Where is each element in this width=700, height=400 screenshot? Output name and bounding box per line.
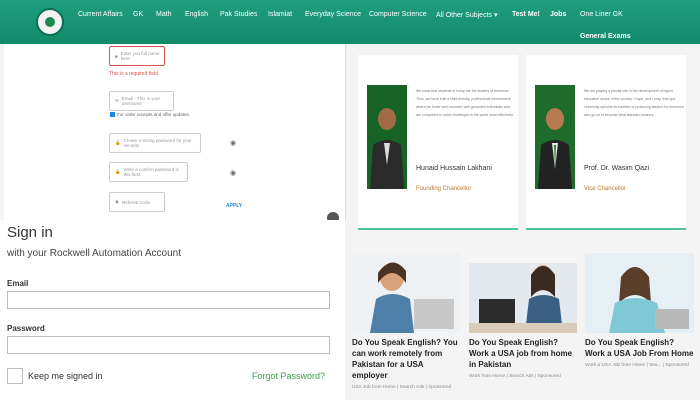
ad-title[interactable]: Do You Speak English? Work a USA job fro… xyxy=(469,337,577,370)
sign-in-title: Sign in xyxy=(7,224,53,241)
lock-icon: 🔒 xyxy=(115,140,121,145)
chancellor-photo xyxy=(367,85,407,189)
nav-everyday-science[interactable]: Everyday Science xyxy=(305,11,361,18)
sign-in-subtitle: with your Rockwell Automation Account xyxy=(7,248,181,259)
name-error-text: This is a required field. xyxy=(109,71,160,77)
vice-chancellor-bio: We are playing a pivotal role in the dev… xyxy=(584,89,684,117)
crescent-icon xyxy=(45,17,55,27)
ad-sponsored-tag: Sponsored xyxy=(537,374,561,379)
ad-source: Work from Home | Search Ads | Sponsored xyxy=(469,374,561,379)
full-name-placeholder: Enter you full name here xyxy=(120,51,160,61)
mail-icon: ✉ xyxy=(115,98,119,103)
nav-test-me[interactable]: Test Me! xyxy=(512,11,540,18)
ad-title[interactable]: Do You Speak English? Work a USA Job Fro… xyxy=(585,337,694,359)
ad-image xyxy=(352,253,460,333)
gift-icon: ◉ xyxy=(115,199,119,204)
nav-computer-science[interactable]: Computer Science xyxy=(369,11,427,18)
password-field[interactable]: 🔒 Create a strong password for your secu… xyxy=(109,133,201,153)
sign-in-email-input[interactable] xyxy=(7,291,330,309)
ad-source: Work a USA Job from Home | Sea... | Spon… xyxy=(585,363,689,368)
email-placeholder: Email - This is your username xyxy=(121,96,160,106)
lock-icon: 🔒 xyxy=(115,169,121,174)
ad-title[interactable]: Do You Speak English? You can work remot… xyxy=(352,337,460,381)
forgot-password-link[interactable]: Forgot Password? xyxy=(252,371,325,381)
ad-card[interactable]: Do You Speak English? Work a USA Job Fro… xyxy=(585,253,694,368)
chancellor-role: Founding Chancellor xyxy=(416,186,472,192)
keep-signed-in-checkbox[interactable] xyxy=(7,368,23,384)
ad-source-text: Work from Home | Search Ads xyxy=(469,374,534,379)
info-icon xyxy=(110,112,115,117)
chancellor-name: Hunaid Hussain Lakhani xyxy=(416,165,492,172)
email-field[interactable]: ✉ Email - This is your username xyxy=(109,91,174,111)
ad-image xyxy=(469,253,577,333)
sign-in-password-input[interactable] xyxy=(7,336,330,354)
email-hint: For order receipts and offer updates. xyxy=(110,112,190,117)
ad-card[interactable]: Do You Speak English? You can work remot… xyxy=(352,253,460,390)
referral-placeholder: Referral Code xyxy=(121,199,150,205)
email-label: Email xyxy=(7,279,29,288)
vice-chancellor-role: Vice Chancellor xyxy=(584,186,626,192)
keep-signed-in-label: Keep me signed in xyxy=(28,371,103,381)
ad-image xyxy=(585,253,694,333)
password-label: Password xyxy=(7,324,45,333)
ad-source-text: USA Job from Home | Search Ads xyxy=(352,385,425,390)
password-placeholder: Create a strong password for your securi… xyxy=(123,138,192,148)
user-icon: ■ xyxy=(115,53,118,59)
apply-button[interactable]: APPLY xyxy=(226,203,242,209)
vice-chancellor-name: Prof. Dr. Wasim Qazi xyxy=(584,165,650,172)
site-logo[interactable] xyxy=(36,8,64,36)
vice-chancellor-photo xyxy=(535,85,575,189)
nav-current-affairs[interactable]: Current Affairs xyxy=(78,11,123,18)
nav-islamiat[interactable]: Islamiat xyxy=(268,11,292,18)
registration-form xyxy=(4,44,346,220)
show-password-icon[interactable]: ◉ xyxy=(230,139,236,147)
nav-one-liner-gk[interactable]: One Liner GK xyxy=(580,11,623,18)
ad-sponsored-tag: Sponsored xyxy=(428,385,452,390)
nav-english[interactable]: English xyxy=(185,11,208,18)
nav-all-other-subjects[interactable]: All Other Subjects ▾ xyxy=(436,11,497,19)
show-confirm-password-icon[interactable]: ◉ xyxy=(230,169,236,177)
confirm-password-placeholder: Write a confirm password in this field xyxy=(123,167,180,177)
full-name-field[interactable]: ■ Enter you full name here xyxy=(109,46,165,66)
chancellor-card: We know that students of today are the l… xyxy=(358,55,518,230)
chancellor-bio: We know that students of today are the l… xyxy=(416,89,514,117)
nav-general-exams[interactable]: General Exams xyxy=(580,33,631,40)
nav-pak-studies[interactable]: Pak Studies xyxy=(220,11,257,18)
vice-chancellor-card: We are playing a pivotal role in the dev… xyxy=(526,55,686,230)
referral-code-field[interactable]: ◉ Referral Code xyxy=(109,192,165,212)
ad-sponsored-tag: Sponsored xyxy=(665,363,689,368)
sign-in-panel: Sign in with your Rockwell Automation Ac… xyxy=(0,220,345,400)
ad-card[interactable]: Do You Speak English? Work a USA job fro… xyxy=(469,253,577,379)
ad-source: USA Job from Home | Search Ads | Sponsor… xyxy=(352,385,452,390)
email-hint-text: For order receipts and offer updates. xyxy=(117,112,190,117)
top-nav: Current Affairs GK Math English Pak Stud… xyxy=(0,0,700,44)
confirm-password-field[interactable]: 🔒 Write a confirm password in this field xyxy=(109,162,188,182)
ad-source-text: Work a USA Job from Home | Sea... xyxy=(585,363,662,368)
nav-jobs[interactable]: Jobs xyxy=(550,11,566,18)
nav-math[interactable]: Math xyxy=(156,11,172,18)
nav-gk[interactable]: GK xyxy=(133,11,143,18)
